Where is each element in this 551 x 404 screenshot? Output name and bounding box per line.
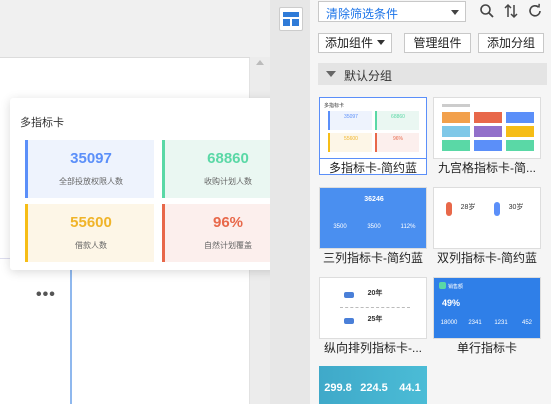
thumb-value: 112% (400, 224, 416, 230)
refresh-icon[interactable] (526, 2, 544, 20)
template-thumbnail: 20年 25年 (319, 277, 427, 339)
template-label: 九宫格指标卡-简... (438, 161, 536, 175)
thumb-value: 3500 (367, 224, 381, 230)
template-thumbnail: 299.8 224.5 44.1 (319, 366, 427, 404)
add-group-button[interactable]: 添加分组 (478, 33, 544, 53)
template-label: 单行指标卡 (456, 341, 517, 355)
template-thumbnail: 多指标卡 35097 68860 55600 96% (319, 97, 427, 159)
add-group-label: 添加分组 (486, 36, 535, 50)
metric-value: 35097 (70, 150, 112, 167)
thumb-value: 18000 (440, 320, 458, 326)
filter-select-value: 清除筛选条件 (326, 7, 399, 21)
thumb-value: 30岁 (508, 204, 524, 211)
thumb-value: 2341 (468, 320, 482, 326)
template-thumbnail: 36246 3500 3500 112% (319, 187, 427, 249)
thumb-value: 35097 (344, 114, 358, 120)
sort-icon[interactable] (502, 2, 520, 20)
template-thumbnail: 销售额 49% 18000 2341 1231 452 (433, 277, 541, 339)
manage-component-label: 管理组件 (413, 36, 462, 50)
thumb-value: 96% (392, 136, 403, 142)
collapse-triangle-icon (326, 71, 336, 77)
card-title: 多指标卡 (20, 117, 64, 129)
group-title: 默认分组 (344, 69, 393, 83)
metric-cell: 55600 借款人数 (25, 204, 154, 262)
thumb-value: 1231 (494, 320, 508, 326)
metric-label: 借款人数 (75, 241, 107, 250)
thumb-value: 68860 (391, 114, 405, 120)
chevron-down-icon (377, 40, 385, 45)
thumb-value: 3500 (333, 224, 347, 230)
selected-component-frame[interactable] (0, 258, 72, 404)
metric-card-preview: 多指标卡 35097 全部投放权限人数 68860 收购计划人数 55600 借… (10, 98, 306, 270)
thumb-value: 299.8 (324, 382, 352, 394)
thumb-value: 55600 (344, 136, 358, 142)
metric-cell: 35097 全部投放权限人数 (25, 140, 154, 198)
thumb-value: 452 (521, 320, 532, 326)
template-thumbnail: 28岁 30岁 (433, 187, 541, 249)
thumb-value: 28岁 (460, 204, 476, 211)
template-label: 双列指标卡-简约蓝 (437, 251, 537, 265)
layout-toggle-button[interactable] (279, 7, 303, 31)
tool-strip (270, 0, 310, 404)
group-header-default[interactable]: 默认分组 (318, 63, 547, 85)
search-icon[interactable] (478, 2, 496, 20)
thumb-value: 36246 (364, 196, 384, 203)
template-label: 三列指标卡-简约蓝 (323, 251, 423, 265)
grid-layout-icon (283, 12, 299, 26)
add-component-label: 添加组件 (324, 36, 373, 50)
add-component-button[interactable]: 添加组件 (318, 33, 392, 53)
thumb-value: 224.5 (360, 382, 388, 394)
divider (0, 57, 270, 58)
metric-label: 全部投放权限人数 (59, 177, 123, 186)
thumb-title: 多指标卡 (324, 103, 345, 109)
template-thumbnail (433, 97, 541, 159)
metric-value: 55600 (70, 214, 112, 231)
filter-select[interactable]: 清除筛选条件 (318, 1, 466, 22)
canvas-header (0, 0, 270, 57)
chevron-down-icon (451, 10, 459, 15)
manage-component-button[interactable]: 管理组件 (404, 33, 471, 53)
scroll-up-icon[interactable] (256, 60, 264, 65)
thumb-value: 49% (442, 298, 461, 308)
template-label: 多指标卡-简约蓝 (319, 159, 427, 175)
thumb-value: 25年 (367, 316, 383, 323)
thumb-title: 销售额 (448, 284, 464, 290)
template-label: 纵向排列指标卡-... (324, 341, 422, 355)
thumb-value: 44.1 (399, 382, 421, 394)
thumb-value: 20年 (367, 290, 383, 297)
more-options-icon[interactable]: ••• (36, 286, 56, 304)
